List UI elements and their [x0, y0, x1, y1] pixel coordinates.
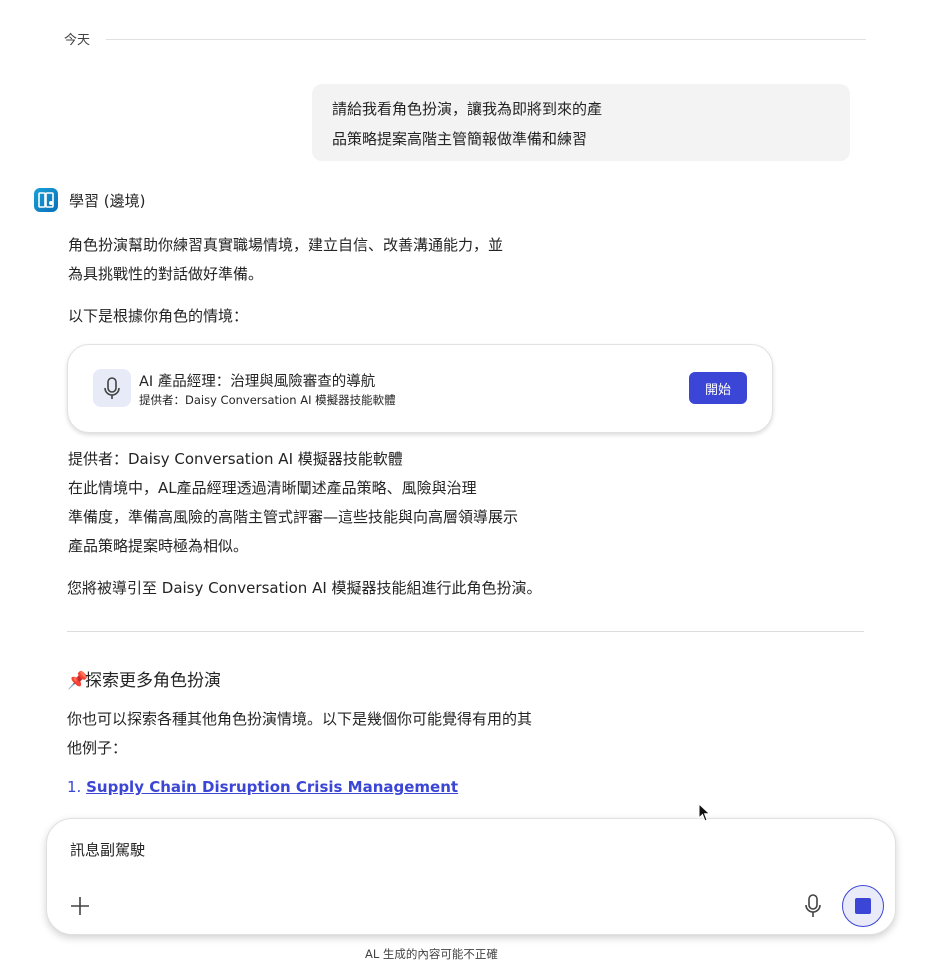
list-item: 1. Supply Chain Disruption Crisis Manage…: [67, 778, 458, 796]
scenario-title: AI 產品經理：治理與風險審查的導航: [139, 374, 376, 390]
message-composer: [46, 818, 896, 935]
pin-icon: 📌: [67, 671, 89, 691]
explore-intro-line: 你也可以探索各種其他角色扮演情境。以下是幾個你可能覺得有用的其: [67, 710, 533, 728]
assistant-name: 學習 (邊境): [69, 192, 146, 210]
assistant-intro-line: 為具挑戰性的對話做好準備。: [68, 265, 264, 283]
mouse-cursor-icon: [698, 802, 712, 823]
provider-text: 提供者：Daisy Conversation AI 模擬器技能軟體: [68, 450, 403, 468]
plus-icon[interactable]: [66, 892, 94, 920]
list-item-number: 1.: [67, 778, 82, 796]
user-message-line: 品策略提案高階主管簡報做準備和練習: [332, 130, 588, 148]
scenario-lead: 以下是根據你角色的情境：: [68, 307, 249, 325]
explore-heading-text: 探索更多角色扮演: [85, 671, 221, 691]
mic-icon: [93, 369, 131, 407]
date-divider-label: 今天: [64, 33, 91, 48]
message-input[interactable]: 訊息副駕駛: [70, 839, 145, 860]
assistant-intro-line: 角色扮演幫助你練習真實職場情境，建立自信、改善溝通能力，並: [68, 236, 504, 254]
explore-intro-line: 他例子：: [67, 739, 128, 757]
section-divider: [67, 631, 864, 632]
user-message-line: 請給我看角色扮演，讓我為即將到來的產: [332, 100, 603, 118]
start-button[interactable]: 開始: [689, 372, 747, 404]
learning-app-icon: [34, 188, 58, 212]
stop-icon: [855, 898, 871, 914]
ai-disclaimer: AL 生成的內容可能不正確: [365, 947, 498, 961]
date-divider-line: [106, 39, 866, 40]
scenario-description-line: 在此情境中，AL產品經理透過清晰闡述產品策略、風險與治理: [68, 479, 477, 497]
explore-heading: 📌探索更多角色扮演: [67, 666, 221, 691]
scenario-description-line: 產品策略提案時極為相似。: [68, 537, 249, 555]
redirect-note: 您將被導引至 Daisy Conversation AI 模擬器技能組進行此角色…: [67, 579, 542, 597]
stop-button[interactable]: [842, 885, 884, 927]
scenario-description-line: 準備度，準備高風險的高階主管式評審—這些技能與向高層領導展示: [68, 508, 519, 526]
mic-icon[interactable]: [800, 892, 826, 920]
scenario-provider: 提供者：Daisy Conversation AI 模擬器技能軟體: [139, 393, 396, 407]
user-message-bubble: 請給我看角色扮演，讓我為即將到來的產 品策略提案高階主管簡報做準備和練習: [312, 84, 850, 161]
roleplay-link[interactable]: Supply Chain Disruption Crisis Managemen…: [86, 778, 458, 796]
